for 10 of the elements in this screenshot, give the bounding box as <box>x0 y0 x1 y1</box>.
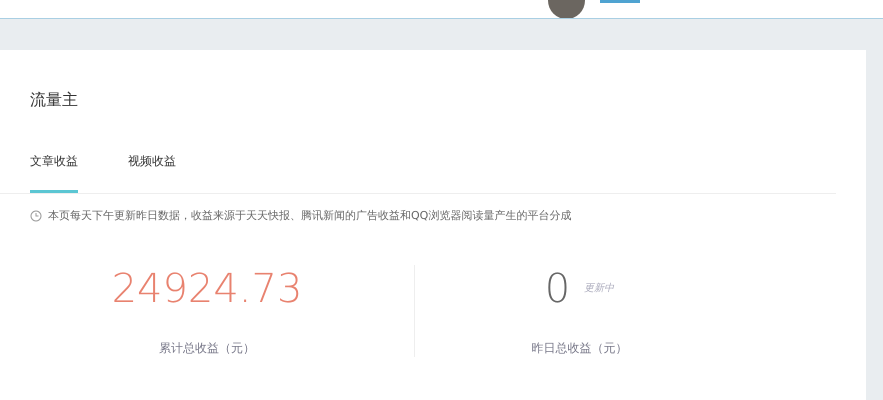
notice-text: 本页每天下午更新昨日数据，收益来源于天天快报、腾讯新闻的广告收益和QQ浏览器阅读量产生的平台分成 <box>48 208 572 224</box>
tab[interactable]: 文章收益 <box>30 152 78 193</box>
stat-label: 累计总收益（元） <box>159 340 255 356</box>
stat-label: 昨日总收益（元） <box>532 340 628 356</box>
card-title: 流量主 <box>29 89 79 111</box>
stat-value: 24924.73 <box>112 264 302 312</box>
status-text: 更新中 <box>584 282 614 296</box>
tab[interactable]: 视频收益 <box>128 152 176 193</box>
clock-icon <box>30 210 42 222</box>
stat-value: 0 <box>544 264 570 312</box>
